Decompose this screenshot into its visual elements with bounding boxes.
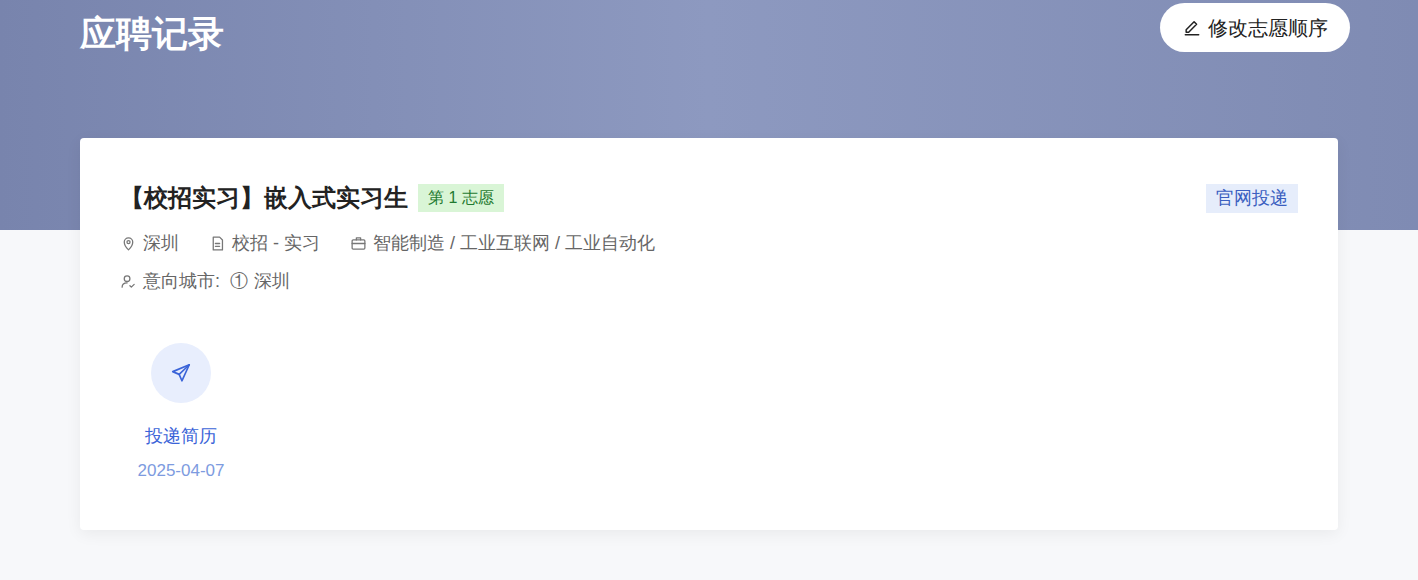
send-icon [170,362,192,384]
pencil-icon [1182,18,1202,38]
intent-city-name: 深圳 [254,268,290,294]
intent-label: 意向城市: [143,268,220,294]
application-card: 【校招实习】嵌入式实习生第 1 志愿 官网投递深圳 校招 - 实习 智能制造 / 工业… [80,138,1338,530]
channel-tag: 官网投递 [1206,184,1298,213]
industry-icon [350,235,367,252]
location-icon [120,235,137,252]
intent-index: ① [230,268,248,294]
timeline-step: 投递简历 2025-04-07 [136,343,226,483]
page-header: 应聘记录 修改志愿顺序 [0,0,1418,56]
title-group: 【校招实习】嵌入式实习生第 1 志愿 [120,182,504,214]
timeline: 投递简历 2025-04-07 [136,343,1298,483]
page-title: 应聘记录 [80,12,224,56]
step-label: 投递简历 [145,423,217,449]
user-check-icon [120,273,137,290]
reorder-label: 修改志愿顺序 [1208,13,1328,43]
step-circle [151,343,211,403]
job-title[interactable]: 【校招实习】嵌入式实习生 [120,182,408,214]
job-type-icon [209,235,226,252]
intent-row: 意向城市: ①深圳 [120,268,1298,294]
reorder-button[interactable]: 修改志愿顺序 [1160,3,1350,52]
industry-text: 智能制造 / 工业互联网 / 工业自动化 [373,230,655,256]
industry: 智能制造 / 工业互联网 / 工业自动化 [350,230,655,256]
intent-city: ①深圳 [230,268,290,294]
job-type: 校招 - 实习 [209,230,320,256]
step-date: 2025-04-07 [138,459,225,483]
preference-badge: 第 1 志愿 [418,184,504,212]
title-row: 【校招实习】嵌入式实习生第 1 志愿 官网投递 [120,182,1298,214]
location: 深圳 [120,230,179,256]
job-type-text: 校招 - 实习 [232,230,320,256]
location-text: 深圳 [143,230,179,256]
meta-row: 深圳 校招 - 实习 智能制造 / 工业互联网 / 工业自动化 [120,230,1298,256]
